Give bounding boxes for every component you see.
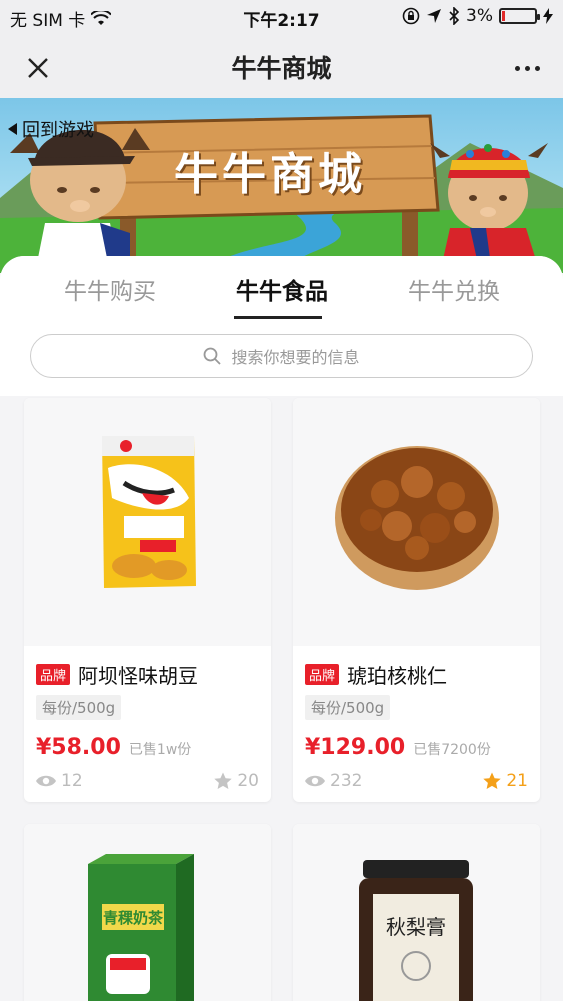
page-title: 牛牛商城 [231, 54, 332, 83]
bluetooth-icon [449, 7, 460, 25]
view-count: 232 [305, 771, 362, 791]
dot [514, 65, 520, 71]
product-name-row: 品牌 琥珀核桃仁 [305, 660, 447, 689]
status-right: 3% [402, 6, 553, 26]
price-row: ¥129.00 已售7200份 [305, 735, 491, 760]
charging-icon [543, 8, 553, 24]
banner: 回到游戏 牛牛商城 [0, 98, 563, 273]
product-card[interactable]: 秋梨膏 [293, 824, 540, 1001]
tab-exchange[interactable]: 牛牛兑换 [360, 272, 548, 306]
eye-icon [305, 775, 325, 787]
tea-box-label: 青稞奶茶 [103, 909, 164, 927]
tab-active-indicator [234, 316, 322, 319]
tab-bar: 牛牛购买 牛牛食品 牛牛兑换 [0, 256, 563, 326]
dot [524, 65, 530, 71]
favorite-count-value: 20 [237, 771, 259, 791]
search-area: 搜索你想要的信息 [0, 326, 563, 396]
product-name-row: 品牌 阿坝怪味胡豆 [36, 660, 198, 689]
battery-level [502, 11, 505, 21]
product-image: 秋梨膏 [293, 824, 540, 1001]
price: ¥129.00 [305, 735, 406, 760]
stats-row: 12 20 [36, 771, 259, 791]
sold-count: 已售1w份 [128, 742, 192, 758]
orientation-lock-icon [402, 7, 420, 25]
favorite-count[interactable]: 21 [483, 771, 528, 791]
product-image: 青稞奶茶 [24, 824, 271, 1001]
back-triangle-icon [8, 123, 17, 135]
view-count: 12 [36, 771, 83, 791]
location-arrow-icon [427, 9, 442, 23]
spec-tag: 每份/500g [305, 695, 391, 720]
price: ¥58.00 [36, 735, 121, 760]
product-image [293, 398, 540, 646]
product-image [24, 398, 271, 646]
jar-label: 秋梨膏 [386, 915, 446, 939]
jar-image: 秋梨膏 [359, 860, 473, 1001]
spec-tag: 每份/500g [36, 695, 122, 720]
battery-percent: 3% [466, 6, 493, 26]
status-bar: 无 SIM 卡 下午2:17 3% [0, 0, 563, 34]
product-card[interactable]: 品牌 阿坝怪味胡豆 每份/500g ¥58.00 已售1w份 12 20 [24, 398, 271, 802]
sold-count: 已售7200份 [413, 742, 491, 758]
star-icon [483, 772, 502, 789]
brand-badge: 品牌 [305, 664, 340, 685]
tea-box-image: 青稞奶茶 [88, 854, 194, 1001]
product-card[interactable]: 青稞奶茶 [24, 824, 271, 1001]
tab-buy[interactable]: 牛牛购买 [16, 272, 204, 306]
stats-row: 232 21 [305, 771, 528, 791]
view-count-value: 232 [330, 771, 363, 791]
search-icon [204, 347, 222, 365]
search-input[interactable]: 搜索你想要的信息 [30, 334, 533, 378]
star-icon [214, 772, 233, 789]
product-card[interactable]: 品牌 琥珀核桃仁 每份/500g ¥129.00 已售7200份 232 21 [293, 398, 540, 802]
dot [534, 65, 540, 71]
walnut-bowl-image [335, 446, 499, 590]
back-to-game-button[interactable]: 回到游戏 [8, 116, 94, 142]
content-panel: 牛牛购买 牛牛食品 牛牛兑换 搜索你想要的信息 品牌 阿坝怪味胡豆 每份/500… [0, 256, 563, 1001]
price-row: ¥58.00 已售1w份 [36, 735, 191, 760]
view-count-value: 12 [61, 771, 83, 791]
favorite-count-value: 21 [506, 771, 528, 791]
snack-bag-image [102, 436, 196, 588]
battery-icon [499, 8, 540, 24]
brand-badge: 品牌 [36, 664, 71, 685]
nav-bar: 牛牛商城 [0, 34, 563, 98]
back-to-game-label: 回到游戏 [22, 120, 94, 141]
more-dots-icon[interactable] [507, 50, 547, 86]
tab-food[interactable]: 牛牛食品 [188, 272, 376, 306]
search-placeholder: 搜索你想要的信息 [231, 348, 360, 367]
eye-icon [36, 775, 56, 787]
banner-title: 牛牛商城 [174, 149, 366, 200]
product-name: 琥珀核桃仁 [347, 664, 448, 688]
favorite-count[interactable]: 20 [214, 771, 259, 791]
product-name: 阿坝怪味胡豆 [78, 664, 199, 688]
